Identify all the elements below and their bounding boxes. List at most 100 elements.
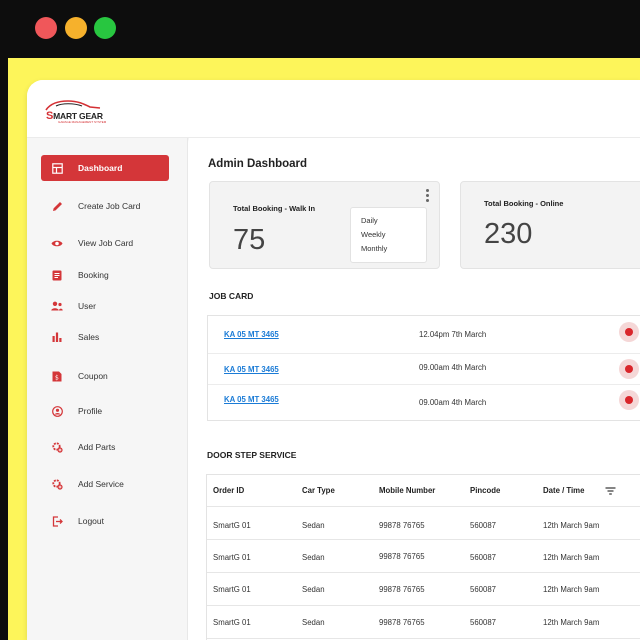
sidebar-item-sales[interactable]: Sales: [41, 324, 169, 350]
table-header-row: Order ID Car Type Mobile Number Pincode …: [207, 475, 640, 507]
job-card-section-title: JOB CARD: [209, 291, 254, 301]
sidebar-item-dashboard[interactable]: Dashboard: [41, 155, 169, 181]
door-step-table: Order ID Car Type Mobile Number Pincode …: [206, 474, 640, 640]
card-title: Total Booking - Walk In: [233, 204, 316, 213]
sidebar-item-label: View Job Card: [78, 238, 134, 248]
period-option-monthly[interactable]: Monthly: [361, 242, 426, 256]
status-indicator: [619, 390, 639, 410]
sidebar-item-label: Coupon: [78, 371, 108, 381]
sidebar-item-logout[interactable]: Logout: [41, 508, 169, 534]
page-title: Admin Dashboard: [208, 158, 308, 170]
logout-icon: [51, 515, 63, 527]
column-header-mobile-number: Mobile Number: [379, 486, 436, 495]
car-type-cell: Sedan: [302, 521, 325, 530]
sidebar-item-label: Dashboard: [78, 163, 123, 173]
filter-icon[interactable]: [605, 487, 616, 497]
list-item: KA 05 MT 3465 12.04pm 7th March: [208, 316, 640, 354]
minimize-window-button[interactable]: [65, 17, 87, 39]
table-row[interactable]: SmartG 01 Sedan 99878 76765 560087 12th …: [207, 573, 640, 606]
date-time-cell: 12th March 9am: [543, 553, 600, 562]
bar-chart-icon: [51, 331, 63, 343]
pincode-cell: 560087: [470, 553, 497, 562]
column-header-car-type: Car Type: [302, 486, 335, 495]
sidebar-item-view-job-card[interactable]: View Job Card: [41, 230, 169, 256]
card-value: 230: [484, 218, 533, 250]
list-item: KA 05 MT 3465 09.00am 4th March: [208, 385, 640, 422]
table-row[interactable]: SmartG 01 Sedan 99878 76765 560087 12th …: [207, 540, 640, 573]
mobile-number-cell: 99878 76765: [379, 552, 425, 561]
sidebar-item-add-service[interactable]: Add Service: [41, 471, 169, 497]
vehicle-number-link[interactable]: KA 05 MT 3465: [224, 395, 279, 404]
job-time: 12.04pm 7th March: [419, 330, 487, 339]
date-time-cell: 12th March 9am: [543, 521, 600, 530]
list-item: KA 05 MT 3465 09.00am 4th March: [208, 354, 640, 385]
sidebar-item-label: User: [78, 301, 96, 311]
door-step-section-title: DOOR STEP SERVICE: [207, 450, 297, 460]
job-card-list: KA 05 MT 3465 12.04pm 7th March KA 05 MT…: [207, 315, 640, 421]
period-option-weekly[interactable]: Weekly: [361, 228, 426, 242]
coupon-icon: $: [51, 370, 63, 382]
sidebar-item-label: Add Service: [78, 479, 124, 489]
maximize-window-button[interactable]: [94, 17, 116, 39]
date-time-cell: 12th March 9am: [543, 618, 600, 627]
sidebar-item-coupon[interactable]: $ Coupon: [41, 363, 169, 389]
vehicle-number-link[interactable]: KA 05 MT 3465: [224, 330, 279, 339]
app-header: SMART GEAR GARAGE MANAGEMENT SYSTEM: [27, 80, 640, 138]
pincode-cell: 560087: [470, 521, 497, 530]
sidebar-item-label: Profile: [78, 406, 103, 416]
date-time-cell: 12th March 9am: [543, 585, 600, 594]
period-option-daily[interactable]: Daily: [361, 214, 426, 228]
status-indicator: [619, 322, 639, 342]
sidebar-item-label: Sales: [78, 332, 100, 342]
online-booking-card: Total Booking - Online 230: [460, 181, 640, 269]
sidebar-item-label: Booking: [78, 270, 109, 280]
sidebar-item-label: Create Job Card: [78, 201, 141, 211]
table-row[interactable]: SmartG 01 Sedan 99878 76765 560087 12th …: [207, 606, 640, 639]
eye-icon: [51, 237, 63, 249]
job-time: 09.00am 4th March: [419, 363, 487, 372]
sidebar-item-user[interactable]: User: [41, 293, 169, 319]
status-indicator: [619, 359, 639, 379]
order-id-cell: SmartG 01: [213, 553, 251, 562]
column-header-order-id: Order ID: [213, 486, 245, 495]
car-type-cell: Sedan: [302, 618, 325, 627]
card-value: 75: [233, 224, 266, 256]
mobile-number-cell: 99878 76765: [379, 521, 425, 530]
mobile-number-cell: 99878 76765: [379, 618, 425, 627]
car-type-cell: Sedan: [302, 585, 325, 594]
sidebar-item-label: Logout: [78, 516, 104, 526]
card-title: Total Booking - Online: [484, 199, 564, 208]
add-parts-icon: [51, 441, 63, 453]
sidebar-item-create-job-card[interactable]: Create Job Card: [41, 193, 169, 219]
sidebar-item-profile[interactable]: Profile: [41, 398, 169, 424]
order-id-cell: SmartG 01: [213, 585, 251, 594]
period-dropdown: Daily Weekly Monthly: [350, 207, 427, 263]
walk-in-booking-card: Total Booking - Walk In 75 Daily Weekly …: [209, 181, 440, 269]
column-header-pincode: Pincode: [470, 486, 501, 495]
profile-icon: [51, 405, 63, 417]
column-header-date-time: Date / Time: [543, 486, 585, 495]
order-id-cell: SmartG 01: [213, 618, 251, 627]
more-options-icon[interactable]: [424, 189, 430, 203]
vehicle-number-link[interactable]: KA 05 MT 3465: [224, 365, 279, 374]
mobile-number-cell: 99878 76765: [379, 585, 425, 594]
table-row[interactable]: SmartG 01 Sedan 99878 76765 560087 12th …: [207, 507, 640, 540]
pencil-icon: [51, 200, 63, 212]
order-id-cell: SmartG 01: [213, 521, 251, 530]
app-window: SMART GEAR GARAGE MANAGEMENT SYSTEM Dash…: [27, 80, 640, 640]
users-icon: [51, 300, 63, 312]
sidebar-item-label: Add Parts: [78, 442, 116, 452]
close-window-button[interactable]: [35, 17, 57, 39]
window-frame: [0, 0, 8, 640]
add-service-icon: [51, 478, 63, 490]
sidebar: Dashboard Create Job Card View Job Card …: [27, 138, 188, 640]
main-content: Admin Dashboard Total Booking - Walk In …: [189, 138, 640, 640]
pincode-cell: 560087: [470, 585, 497, 594]
sidebar-item-booking[interactable]: Booking: [41, 262, 169, 288]
svg-text:$: $: [55, 374, 59, 381]
document-icon: [51, 269, 63, 281]
smart-gear-logo[interactable]: SMART GEAR GARAGE MANAGEMENT SYSTEM: [42, 98, 107, 124]
job-time: 09.00am 4th March: [419, 398, 487, 407]
logo-tagline: GARAGE MANAGEMENT SYSTEM: [58, 120, 107, 124]
sidebar-item-add-parts[interactable]: Add Parts: [41, 434, 169, 460]
